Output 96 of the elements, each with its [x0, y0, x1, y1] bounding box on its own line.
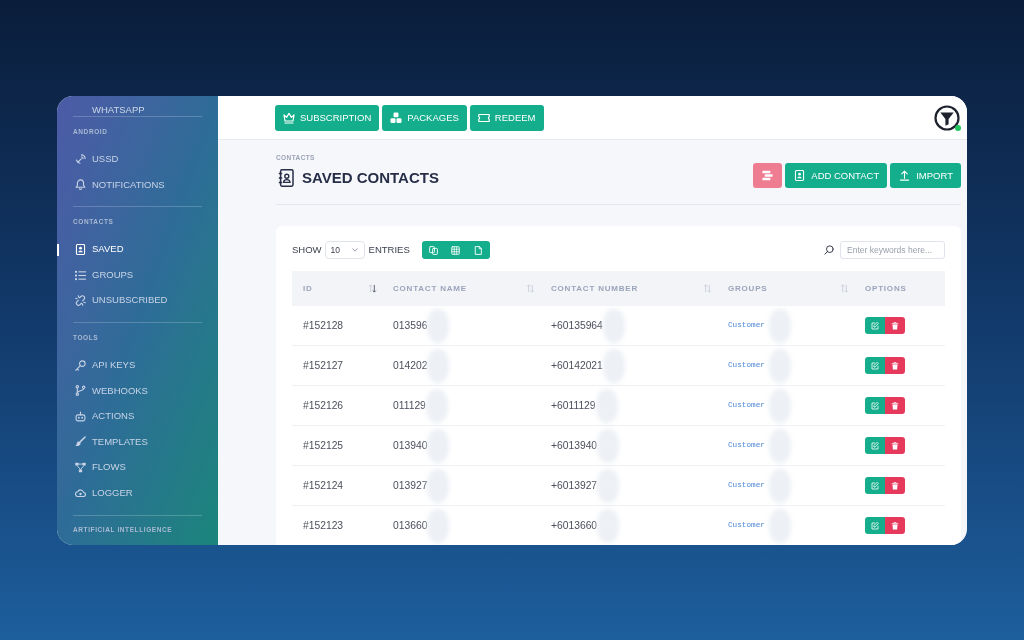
contact-name: 013660 — [393, 518, 428, 533]
contact-book-icon — [75, 244, 86, 255]
trash-icon — [891, 441, 899, 450]
table-grid-icon — [451, 245, 461, 255]
contact-name: 013940 — [393, 438, 428, 453]
list-icon — [75, 269, 86, 281]
copy-icon — [428, 245, 438, 255]
icon-button[interactable] — [753, 163, 783, 188]
action-button[interactable]: IMPORT — [890, 163, 961, 188]
contact-number: +6011129 — [551, 398, 596, 413]
copy-button[interactable] — [421, 241, 445, 259]
stacked-bars-icon — [762, 170, 774, 181]
page-size-select[interactable]: 10 — [324, 241, 365, 259]
nodes-icon — [75, 461, 86, 473]
contact-id: #152127 — [303, 358, 344, 373]
robot-icon — [75, 410, 86, 422]
sidebar-item[interactable]: LOGGER — [57, 480, 218, 506]
contact-id: #152126 — [303, 398, 344, 413]
sidebar-item[interactable]: WEBHOOKS — [57, 378, 218, 404]
contact-name: 014202 — [393, 358, 428, 373]
trash-icon — [891, 321, 899, 330]
boxes-icon — [390, 111, 403, 124]
delete-button[interactable] — [885, 357, 905, 374]
edit-button[interactable] — [865, 397, 885, 414]
delete-button[interactable] — [885, 437, 905, 454]
contact-number: +6013940 — [551, 438, 598, 453]
edit-icon — [871, 481, 879, 490]
edit-button[interactable] — [865, 317, 885, 334]
chevron-down-icon — [351, 248, 358, 252]
column-header: OPTIONS — [865, 284, 907, 293]
page-title: SAVED CONTACTS — [302, 168, 439, 188]
edit-button[interactable] — [865, 477, 885, 494]
trash-icon — [891, 521, 899, 530]
search-icon — [824, 245, 834, 255]
edit-icon — [871, 441, 879, 450]
key-icon — [75, 359, 86, 371]
file-button[interactable] — [467, 241, 490, 259]
contact-name: 011129 — [393, 398, 426, 413]
delete-button[interactable] — [885, 317, 905, 334]
edit-button[interactable] — [865, 517, 885, 534]
sidebar-item[interactable]: WHATSAPP — [92, 104, 145, 115]
delete-button[interactable] — [885, 517, 905, 534]
upload-icon — [899, 170, 911, 181]
sidebar-item[interactable]: SAVED — [57, 236, 218, 263]
contact-number: +6013927 — [551, 478, 598, 493]
contact-number: +6013660 — [551, 518, 598, 533]
action-button[interactable]: ADD CONTACT — [785, 163, 888, 188]
delete-button[interactable] — [885, 397, 905, 414]
satellite-dish-icon — [75, 153, 86, 165]
top-nav-button[interactable]: PACKAGES — [382, 104, 467, 131]
contact-name: 013927 — [393, 478, 428, 493]
paintbrush-icon — [75, 436, 86, 448]
sidebar-item[interactable]: GROUPS — [57, 262, 218, 288]
cloud-icon — [75, 487, 86, 499]
sidebar-item[interactable]: NOTIFICATIONS — [57, 171, 218, 198]
bell-icon — [75, 179, 86, 191]
file-icon — [473, 245, 483, 255]
branch-icon — [75, 385, 86, 397]
contact-number: +60142021 — [551, 358, 603, 373]
top-nav-button[interactable]: REDEEM — [469, 104, 544, 131]
edit-icon — [871, 361, 879, 370]
sidebar-item[interactable]: FLOWS — [57, 454, 218, 481]
edit-button[interactable] — [865, 437, 885, 454]
contact-id: #152124 — [303, 478, 344, 493]
trash-icon — [891, 481, 899, 490]
entries-label: ENTRIES — [368, 245, 410, 255]
delete-button[interactable] — [885, 477, 905, 494]
column-header[interactable]: CONTACT NAME — [393, 284, 467, 293]
contact-name: 013596 — [393, 318, 428, 333]
show-label: SHOW — [292, 245, 322, 255]
contact-id: #152125 — [303, 438, 344, 453]
sidebar-item[interactable]: USSD — [57, 146, 218, 172]
edit-icon — [871, 401, 879, 410]
contact-book-icon — [794, 170, 806, 181]
edit-icon — [871, 521, 879, 530]
contact-number: +60135964 — [551, 318, 603, 333]
contact-id: #152123 — [303, 518, 344, 533]
sidebar-item[interactable]: TEMPLATES — [57, 429, 218, 455]
trash-icon — [891, 361, 899, 370]
search-field[interactable]: Enter keywords here... — [840, 241, 945, 259]
sidebar-item[interactable]: ACTIONS — [57, 403, 218, 430]
column-header[interactable]: ID — [303, 284, 313, 293]
broken-link-icon — [75, 295, 86, 306]
sidebar-item[interactable]: UNSUBSCRIBED — [57, 287, 218, 314]
column-header[interactable]: GROUPS — [728, 284, 768, 293]
edit-icon — [871, 321, 879, 330]
trash-icon — [891, 401, 899, 410]
ticket-icon — [477, 111, 490, 124]
funnel-logo-icon — [934, 104, 960, 131]
contact-book-icon — [278, 169, 294, 187]
contact-id: #152128 — [303, 318, 344, 333]
column-header[interactable]: CONTACT NUMBER — [551, 284, 639, 293]
top-nav-button[interactable]: SUBSCRIPTION — [275, 104, 380, 131]
crown-icon — [283, 111, 295, 124]
sidebar-item[interactable]: API KEYS — [57, 352, 218, 379]
edit-button[interactable] — [865, 357, 885, 374]
